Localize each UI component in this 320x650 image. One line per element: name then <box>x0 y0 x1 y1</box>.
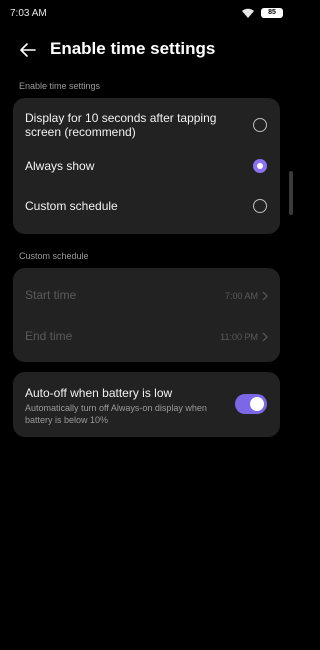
end-time-label: End time <box>25 329 73 343</box>
battery-auto-off-card[interactable]: Auto-off when battery is low Automatical… <box>13 372 280 437</box>
status-bar: 7:03 AM 85 <box>0 0 293 28</box>
wifi-icon <box>242 8 254 18</box>
battery-auto-off-toggle[interactable] <box>235 394 267 414</box>
header: Enable time settings <box>0 34 293 66</box>
option-label: Always show <box>25 159 95 173</box>
end-time-row[interactable]: End time 11:00 PM <box>13 315 280 362</box>
option-custom-schedule[interactable]: Custom schedule <box>13 192 280 234</box>
radio-always-show[interactable] <box>253 159 267 173</box>
start-time-label: Start time <box>25 288 77 302</box>
battery-indicator: 85 <box>261 8 283 18</box>
status-time: 7:03 AM <box>10 8 47 19</box>
option-label: Display for 10 seconds after tapping scr… <box>25 111 217 139</box>
toggle-knob <box>250 397 264 411</box>
scroll-handle[interactable] <box>289 171 293 215</box>
radio-custom-schedule[interactable] <box>253 199 267 213</box>
chevron-right-icon <box>262 291 268 301</box>
radio-10-seconds[interactable] <box>253 118 267 132</box>
start-time-row[interactable]: Start time 7:00 AM <box>13 268 280 315</box>
schedule-card: Start time 7:00 AM End time 11:00 PM <box>13 268 280 362</box>
option-always-show[interactable]: Always show <box>13 154 280 192</box>
back-arrow-icon[interactable] <box>18 40 38 60</box>
section-label-schedule: Custom schedule <box>19 251 89 261</box>
end-time-value: 11:00 PM <box>220 332 258 342</box>
battery-auto-off-title: Auto-off when battery is low <box>25 386 173 400</box>
page-title: Enable time settings <box>50 39 216 58</box>
start-time-value: 7:00 AM <box>224 291 258 301</box>
section-label-enable: Enable time settings <box>19 81 101 91</box>
battery-auto-off-description: Automatically turn off Always-on display… <box>25 403 207 425</box>
enable-options-card: Display for 10 seconds after tapping scr… <box>13 98 280 234</box>
chevron-right-icon <box>262 332 268 342</box>
option-label: Custom schedule <box>25 199 118 213</box>
option-10-seconds[interactable]: Display for 10 seconds after tapping scr… <box>13 98 280 154</box>
